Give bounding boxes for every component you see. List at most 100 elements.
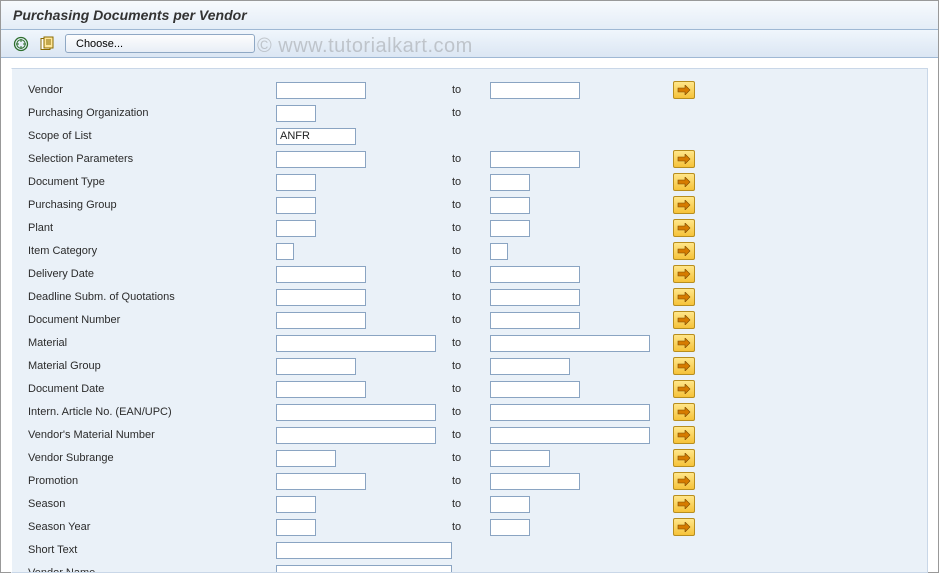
row-doc-date: Document Dateto — [26, 378, 913, 400]
vendor-subrng-to-input[interactable] — [490, 450, 550, 467]
doc-number-from-input[interactable] — [276, 312, 366, 329]
arrow-right-icon — [677, 338, 691, 348]
season-year-multiple-selection-button[interactable] — [673, 518, 695, 536]
promotion-multiple-selection-button[interactable] — [673, 472, 695, 490]
ean-to-input[interactable] — [490, 404, 650, 421]
matl-group-multiple-selection-button[interactable] — [673, 357, 695, 375]
choose-button[interactable]: Choose... — [65, 34, 255, 53]
material-multiple-selection-button[interactable] — [673, 334, 695, 352]
arrow-right-icon — [677, 177, 691, 187]
execute-icon[interactable] — [11, 34, 31, 54]
row-season-year: Season Yearto — [26, 516, 913, 538]
sel-params-from-input[interactable] — [276, 151, 366, 168]
doc-number-multiple-selection-button[interactable] — [673, 311, 695, 329]
purch-org-to-label: to — [452, 107, 490, 119]
vendor-matnr-to-input[interactable] — [490, 427, 650, 444]
row-item-cat: Item Categoryto — [26, 240, 913, 262]
ean-multiple-selection-button[interactable] — [673, 403, 695, 421]
doc-type-from-input[interactable] — [276, 174, 316, 191]
vendor-subrng-label: Vendor Subrange — [26, 452, 276, 464]
promotion-to-label: to — [452, 475, 490, 487]
sel-params-label: Selection Parameters — [26, 153, 276, 165]
toolbar: Choose... — [1, 30, 938, 58]
doc-date-from-input[interactable] — [276, 381, 366, 398]
material-from-input[interactable] — [276, 335, 436, 352]
material-to-input[interactable] — [490, 335, 650, 352]
scope-list-from-input[interactable] — [276, 128, 356, 145]
doc-type-to-input[interactable] — [490, 174, 530, 191]
page-title: Purchasing Documents per Vendor — [1, 1, 938, 30]
vendor-subrng-to-label: to — [452, 452, 490, 464]
row-matl-group: Material Groupto — [26, 355, 913, 377]
vendor-matnr-multiple-selection-button[interactable] — [673, 426, 695, 444]
doc-type-multiple-selection-button[interactable] — [673, 173, 695, 191]
matl-group-to-input[interactable] — [490, 358, 570, 375]
deadline-from-input[interactable] — [276, 289, 366, 306]
arrow-right-icon — [677, 269, 691, 279]
doc-date-to-input[interactable] — [490, 381, 580, 398]
promotion-to-input[interactable] — [490, 473, 580, 490]
vendor-name-from-input[interactable] — [276, 565, 452, 573]
item-cat-from-input[interactable] — [276, 243, 294, 260]
purch-org-from-input[interactable] — [276, 105, 316, 122]
row-vendor: Vendorto — [26, 79, 913, 101]
ean-to-label: to — [452, 406, 490, 418]
sel-params-to-input[interactable] — [490, 151, 580, 168]
row-doc-number: Document Numberto — [26, 309, 913, 331]
arrow-right-icon — [677, 200, 691, 210]
row-deadline: Deadline Subm. of Quotationsto — [26, 286, 913, 308]
season-to-input[interactable] — [490, 496, 530, 513]
variant-icon[interactable] — [37, 34, 57, 54]
ean-from-input[interactable] — [276, 404, 436, 421]
season-year-to-label: to — [452, 521, 490, 533]
sel-params-multiple-selection-button[interactable] — [673, 150, 695, 168]
season-year-from-input[interactable] — [276, 519, 316, 536]
vendor-to-input[interactable] — [490, 82, 580, 99]
purch-group-label: Purchasing Group — [26, 199, 276, 211]
row-delivery-date: Delivery Dateto — [26, 263, 913, 285]
season-from-input[interactable] — [276, 496, 316, 513]
row-sel-params: Selection Parametersto — [26, 148, 913, 170]
delivery-date-from-input[interactable] — [276, 266, 366, 283]
doc-date-to-label: to — [452, 383, 490, 395]
scope-list-label: Scope of List — [26, 130, 276, 142]
vendor-matnr-from-input[interactable] — [276, 427, 436, 444]
season-multiple-selection-button[interactable] — [673, 495, 695, 513]
matl-group-from-input[interactable] — [276, 358, 356, 375]
purch-group-from-input[interactable] — [276, 197, 316, 214]
item-cat-multiple-selection-button[interactable] — [673, 242, 695, 260]
doc-type-to-label: to — [452, 176, 490, 188]
vendor-name-label: Vendor Name — [26, 567, 276, 573]
short-text-from-input[interactable] — [276, 542, 452, 559]
plant-to-input[interactable] — [490, 220, 530, 237]
vendor-from-input[interactable] — [276, 82, 366, 99]
deadline-to-input[interactable] — [490, 289, 580, 306]
row-vendor-matnr: Vendor's Material Numberto — [26, 424, 913, 446]
purch-group-to-input[interactable] — [490, 197, 530, 214]
material-to-label: to — [452, 337, 490, 349]
plant-multiple-selection-button[interactable] — [673, 219, 695, 237]
vendor-subrng-multiple-selection-button[interactable] — [673, 449, 695, 467]
row-plant: Plantto — [26, 217, 913, 239]
row-ean: Intern. Article No. (EAN/UPC)to — [26, 401, 913, 423]
doc-date-multiple-selection-button[interactable] — [673, 380, 695, 398]
vendor-subrng-from-input[interactable] — [276, 450, 336, 467]
arrow-right-icon — [677, 453, 691, 463]
delivery-date-to-input[interactable] — [490, 266, 580, 283]
delivery-date-multiple-selection-button[interactable] — [673, 265, 695, 283]
row-vendor-name: Vendor Name — [26, 562, 913, 573]
arrow-right-icon — [677, 407, 691, 417]
promotion-from-input[interactable] — [276, 473, 366, 490]
row-season: Seasonto — [26, 493, 913, 515]
vendor-matnr-label: Vendor's Material Number — [26, 429, 276, 441]
plant-from-input[interactable] — [276, 220, 316, 237]
purch-group-multiple-selection-button[interactable] — [673, 196, 695, 214]
deadline-multiple-selection-button[interactable] — [673, 288, 695, 306]
purch-group-to-label: to — [452, 199, 490, 211]
vendor-label: Vendor — [26, 84, 276, 96]
season-year-to-input[interactable] — [490, 519, 530, 536]
item-cat-to-input[interactable] — [490, 243, 508, 260]
vendor-multiple-selection-button[interactable] — [673, 81, 695, 99]
doc-number-to-input[interactable] — [490, 312, 580, 329]
arrow-right-icon — [677, 361, 691, 371]
